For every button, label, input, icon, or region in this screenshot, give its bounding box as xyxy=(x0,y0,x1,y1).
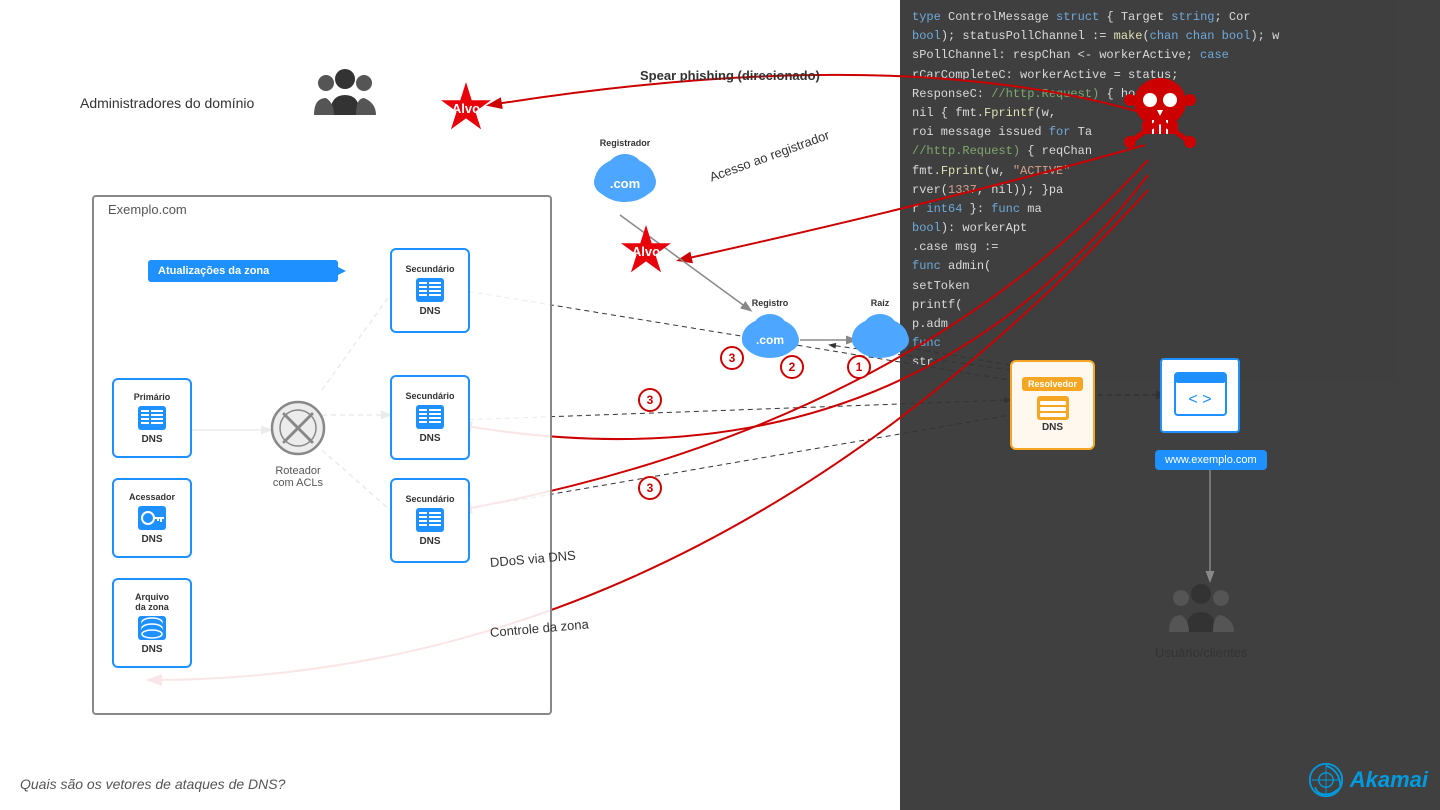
acessador-dns-box: Acessador DNS xyxy=(112,478,192,558)
alvo-badge-admins: Alvo xyxy=(440,82,492,134)
arquivo-zona-dns-box: Arquivo da zona DNS xyxy=(112,578,192,668)
num-circle-2: 2 xyxy=(780,355,804,379)
www-url-box: www.exemplo.com xyxy=(1155,450,1267,470)
alvo-badge-registrador: Alvo xyxy=(620,225,672,277)
users-icon: Usuário/clientes xyxy=(1155,580,1248,660)
num-circle-3c: 3 xyxy=(638,476,662,500)
svg-text:.com: .com xyxy=(755,333,783,347)
secondary-dns-box-3: Secundário DNS xyxy=(390,478,470,563)
num-circle-1: 1 xyxy=(847,355,871,379)
secondary-dns-box-1: Secundário DNS xyxy=(390,248,470,333)
router-acl-icon: Roteador com ACLs xyxy=(268,398,328,489)
svg-text:.com: .com xyxy=(610,176,640,191)
admins-icon xyxy=(310,65,380,130)
svg-text:< >: < > xyxy=(1188,391,1211,408)
resolvedor-dns-box: Resolvedor DNS xyxy=(1010,360,1095,450)
acesso-registrador-label: Acesso ao registrador xyxy=(707,127,831,184)
registrador-cloud: Registrador .com xyxy=(580,138,670,205)
attacker-skull-icon xyxy=(1120,70,1200,155)
admins-label: Administradores do domínio xyxy=(80,95,254,111)
raiz-cloud: Raiz xyxy=(840,298,920,360)
akamai-logo: Akamai xyxy=(1308,762,1428,798)
num-circle-3b: 3 xyxy=(638,388,662,412)
zone-update-banner: Atualizações da zona xyxy=(148,260,338,282)
num-circle-3a: 3 xyxy=(720,346,744,370)
spear-phishing-label: Spear phishing (direcionado) xyxy=(640,68,820,83)
exemplo-com-label: Exemplo.com xyxy=(108,202,187,217)
primary-dns-box: Primário DNS xyxy=(112,378,192,458)
browser-box: < > xyxy=(1160,358,1240,433)
bottom-question-label: Quais são os vetores de ataques de DNS? xyxy=(20,776,285,792)
secondary-dns-box-2: Secundário DNS xyxy=(390,375,470,460)
